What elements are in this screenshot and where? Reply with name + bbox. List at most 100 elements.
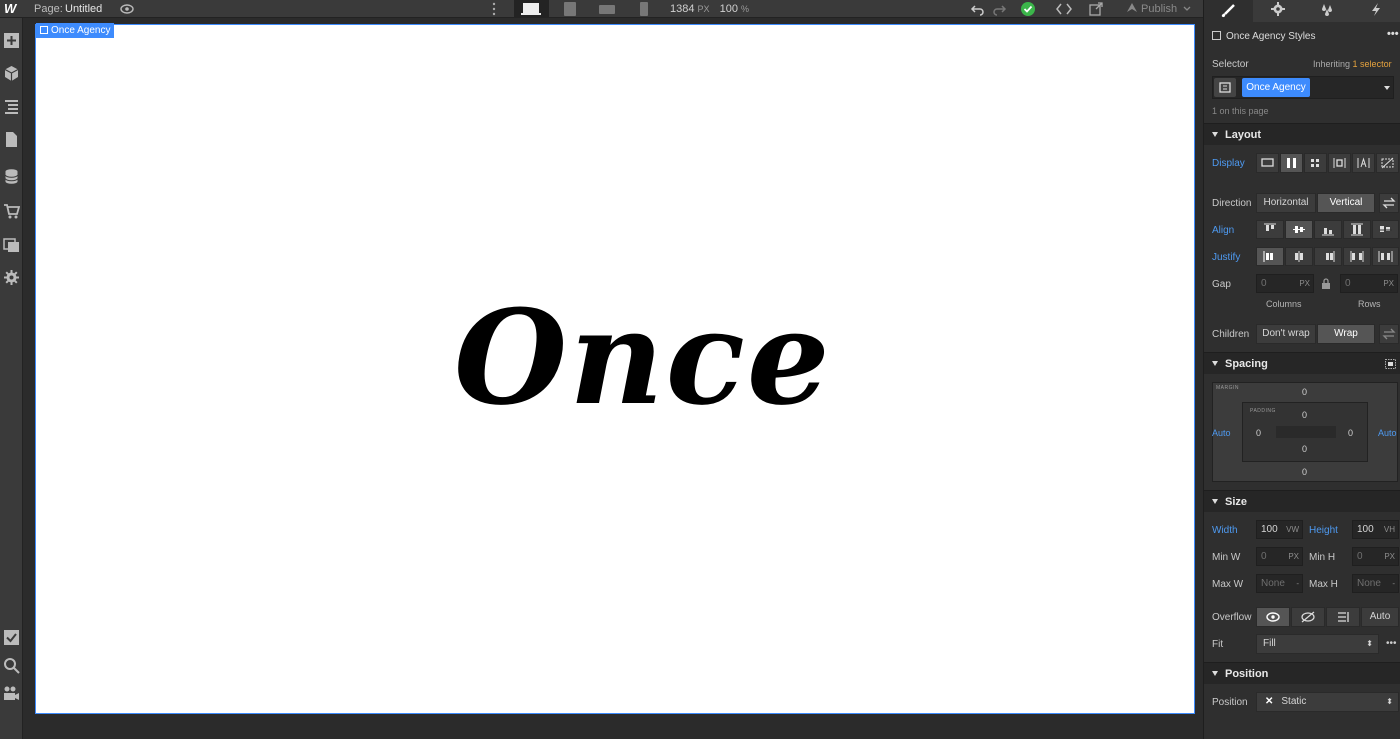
gap-columns-unit[interactable]: PX bbox=[1299, 275, 1310, 292]
justify-center-button[interactable] bbox=[1285, 247, 1313, 266]
page-name[interactable]: Untitled bbox=[65, 3, 102, 15]
tab-style-manager[interactable] bbox=[1302, 0, 1351, 22]
more-options-icon[interactable]: ••• bbox=[1387, 28, 1399, 40]
padding-top-value[interactable]: 0 bbox=[1302, 410, 1307, 420]
padding-left-value[interactable]: 0 bbox=[1256, 428, 1261, 438]
overflow-hidden-button[interactable] bbox=[1291, 607, 1325, 627]
align-end-button[interactable] bbox=[1314, 220, 1342, 239]
navigator-icon[interactable] bbox=[3, 98, 20, 115]
redo-icon[interactable] bbox=[991, 1, 1007, 17]
align-stretch-button[interactable] bbox=[1343, 220, 1371, 239]
max-height-unit[interactable]: - bbox=[1392, 575, 1395, 592]
display-inline-block-button[interactable] bbox=[1328, 153, 1351, 173]
align-end-icon bbox=[1322, 228, 1334, 236]
display-none-button[interactable] bbox=[1376, 153, 1399, 173]
overflow-scroll-button[interactable] bbox=[1326, 607, 1360, 627]
ecommerce-cart-icon[interactable] bbox=[3, 203, 21, 220]
align-baseline-button[interactable] bbox=[1372, 220, 1399, 239]
style-title: Once Agency Styles bbox=[1226, 31, 1316, 42]
max-width-input[interactable]: None - bbox=[1256, 574, 1303, 593]
overflow-visible-button[interactable] bbox=[1256, 607, 1290, 627]
tablet-breakpoint-button[interactable] bbox=[560, 0, 580, 18]
tab-interactions[interactable] bbox=[1351, 0, 1400, 22]
tab-style[interactable] bbox=[1204, 0, 1253, 22]
margin-top-value[interactable]: 0 bbox=[1302, 387, 1307, 397]
min-height-label: Min H bbox=[1309, 552, 1336, 563]
code-icon[interactable] bbox=[1054, 1, 1074, 17]
selector-chip[interactable]: Once Agency bbox=[1242, 78, 1310, 97]
hero-heading[interactable]: Once bbox=[454, 293, 832, 423]
display-flex-button[interactable] bbox=[1280, 153, 1303, 173]
more-options-icon[interactable]: ••• bbox=[1386, 638, 1397, 649]
height-input[interactable]: 100 VH bbox=[1352, 520, 1399, 539]
wrap-reverse-button[interactable] bbox=[1379, 324, 1399, 344]
inheriting-count[interactable]: 1 selector bbox=[1353, 59, 1392, 69]
preview-eye-icon[interactable] bbox=[120, 2, 134, 16]
width-unit[interactable]: VW bbox=[1286, 521, 1299, 538]
min-height-unit[interactable]: PX bbox=[1384, 548, 1395, 565]
justify-space-between-button[interactable] bbox=[1343, 247, 1371, 266]
components-icon[interactable] bbox=[3, 65, 20, 82]
pages-icon[interactable] bbox=[3, 131, 20, 148]
align-start-button[interactable] bbox=[1256, 220, 1284, 239]
reverse-direction-button[interactable] bbox=[1379, 193, 1399, 213]
position-select[interactable]: ✕ Static ⬍ bbox=[1256, 692, 1399, 712]
page-canvas[interactable]: Once Agency Once bbox=[35, 23, 1195, 714]
export-icon[interactable] bbox=[1088, 1, 1104, 17]
cms-database-icon[interactable] bbox=[3, 168, 20, 185]
fit-select[interactable]: Fill ⬍ bbox=[1256, 634, 1379, 654]
gap-rows-input[interactable]: 0 PX bbox=[1340, 274, 1398, 293]
display-block-button[interactable] bbox=[1256, 153, 1279, 173]
spacing-section-header[interactable]: Spacing bbox=[1204, 352, 1400, 374]
lock-icon[interactable] bbox=[1321, 278, 1331, 292]
justify-start-button[interactable] bbox=[1256, 247, 1284, 266]
zoom-value: 100 bbox=[719, 3, 738, 15]
publish-button[interactable]: Publish bbox=[1126, 2, 1191, 15]
padding-bottom-value[interactable]: 0 bbox=[1302, 444, 1307, 454]
margin-right-value[interactable]: Auto bbox=[1378, 428, 1397, 438]
video-tutorials-icon[interactable] bbox=[3, 685, 20, 702]
children-dont-wrap-button[interactable]: Don't wrap bbox=[1256, 324, 1316, 344]
tab-settings[interactable] bbox=[1253, 0, 1302, 22]
direction-horizontal-button[interactable]: Horizontal bbox=[1256, 193, 1316, 213]
size-section-header[interactable]: Size bbox=[1204, 490, 1400, 512]
padding-right-value[interactable]: 0 bbox=[1348, 428, 1353, 438]
undo-icon[interactable] bbox=[970, 1, 986, 17]
justify-space-around-button[interactable] bbox=[1372, 247, 1399, 266]
gap-columns-input[interactable]: 0 PX bbox=[1256, 274, 1314, 293]
width-input[interactable]: 100 VW bbox=[1256, 520, 1303, 539]
display-grid-button[interactable] bbox=[1304, 153, 1327, 173]
gap-rows-unit[interactable]: PX bbox=[1383, 275, 1394, 292]
max-height-input[interactable]: None - bbox=[1352, 574, 1399, 593]
max-width-unit[interactable]: - bbox=[1296, 575, 1299, 592]
min-height-input[interactable]: 0 PX bbox=[1352, 547, 1399, 566]
selector-style-icon[interactable] bbox=[1214, 78, 1236, 97]
mobile-landscape-breakpoint-button[interactable] bbox=[597, 0, 617, 18]
more-vertical-icon[interactable] bbox=[486, 1, 502, 17]
selected-element-tag[interactable]: Once Agency bbox=[36, 23, 115, 38]
tasks-check-icon[interactable] bbox=[3, 629, 20, 646]
assets-icon[interactable] bbox=[3, 236, 20, 253]
margin-bottom-value[interactable]: 0 bbox=[1302, 467, 1307, 477]
margin-left-value[interactable]: Auto bbox=[1212, 428, 1231, 438]
settings-gear-icon[interactable] bbox=[3, 269, 20, 286]
webflow-logo[interactable]: W bbox=[4, 1, 22, 17]
align-center-button[interactable] bbox=[1285, 220, 1313, 239]
chevron-down-icon[interactable] bbox=[1384, 86, 1390, 90]
height-unit[interactable]: VH bbox=[1384, 521, 1395, 538]
search-icon[interactable] bbox=[3, 657, 20, 674]
desktop-breakpoint-button[interactable] bbox=[514, 0, 549, 18]
display-inline-button[interactable] bbox=[1352, 153, 1375, 173]
children-wrap-button[interactable]: Wrap bbox=[1317, 324, 1375, 344]
spacing-mode-icon[interactable] bbox=[1385, 359, 1396, 372]
direction-vertical-button[interactable]: Vertical bbox=[1317, 193, 1375, 213]
position-section-header[interactable]: Position bbox=[1204, 662, 1400, 684]
min-width-unit[interactable]: PX bbox=[1288, 548, 1299, 565]
mobile-portrait-breakpoint-button[interactable] bbox=[636, 0, 652, 18]
add-panel-icon[interactable] bbox=[3, 32, 20, 49]
layout-section-header[interactable]: Layout bbox=[1204, 123, 1400, 145]
justify-end-button[interactable] bbox=[1314, 247, 1342, 266]
overflow-auto-button[interactable]: Auto bbox=[1361, 607, 1399, 627]
min-width-input[interactable]: 0 PX bbox=[1256, 547, 1303, 566]
panel-tabs bbox=[1204, 0, 1400, 22]
